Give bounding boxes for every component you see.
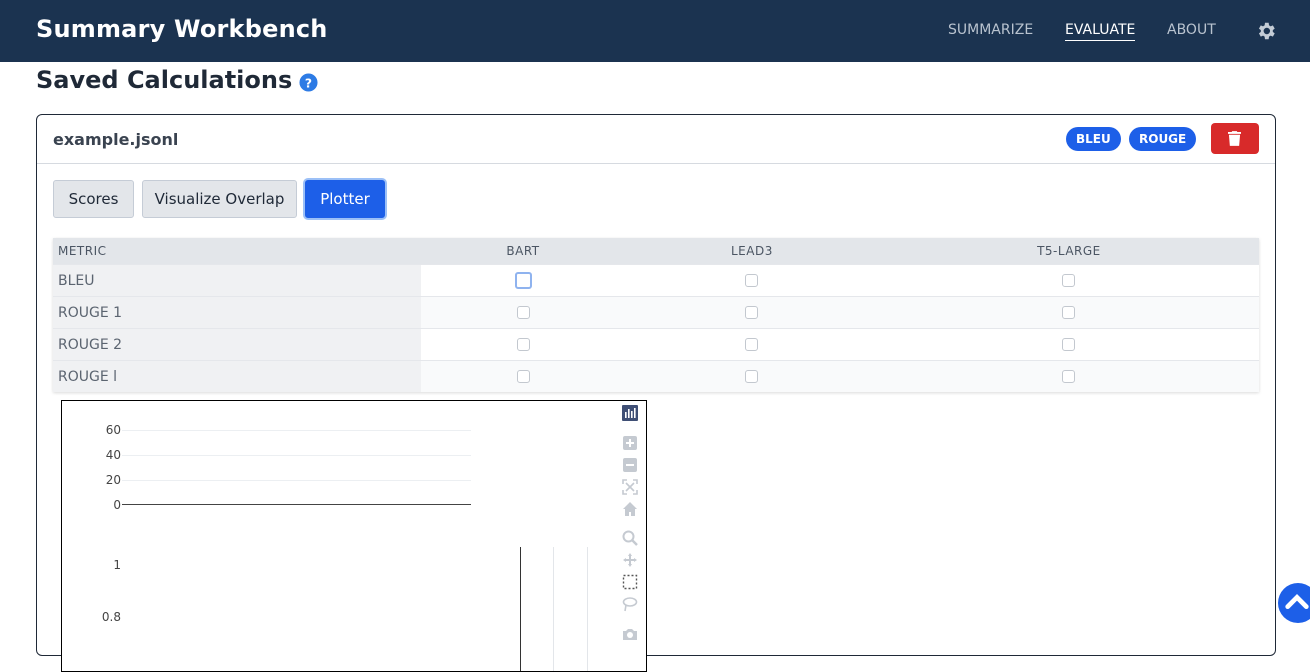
- metric-name: ROUGE 2: [53, 328, 421, 361]
- plotly-logo-icon[interactable]: [622, 405, 638, 421]
- tab-visualize-overlap[interactable]: Visualize Overlap: [142, 180, 297, 218]
- checkbox-bleu-t5-large[interactable]: [1062, 274, 1076, 287]
- metric-name: ROUGE 1: [53, 296, 421, 329]
- checkbox-rouge2-t5-large[interactable]: [1062, 338, 1076, 351]
- table-row: ROUGE 1: [53, 296, 1259, 329]
- zero-line: [122, 504, 471, 505]
- header-metric: METRIC: [53, 238, 421, 265]
- checkbox-rougel-lead3[interactable]: [745, 370, 759, 383]
- page-title: Saved Calculations: [36, 66, 293, 94]
- y-tick: 40: [105, 448, 121, 462]
- zoom-icon[interactable]: [622, 530, 638, 546]
- nav-about[interactable]: ABOUT: [1167, 22, 1216, 38]
- top-navbar: Summary Workbench SUMMARIZE EVALUATE ABO…: [0, 0, 1310, 62]
- header-bart: BART: [421, 238, 625, 265]
- checkbox-rougel-t5-large[interactable]: [1062, 370, 1076, 383]
- checkbox-rouge1-t5-large[interactable]: [1062, 306, 1076, 319]
- gear-icon[interactable]: [1255, 20, 1277, 42]
- chevron-up-icon: [1285, 594, 1309, 609]
- table-row: BLEU: [53, 264, 1259, 297]
- y-tick: 1: [113, 558, 121, 572]
- axis-line: [587, 547, 588, 671]
- zoom-out-icon[interactable]: [622, 457, 638, 473]
- nav-evaluate[interactable]: EVALUATE: [1065, 22, 1136, 41]
- camera-icon[interactable]: [622, 626, 638, 642]
- table-row: ROUGE l: [53, 360, 1259, 392]
- metric-name: BLEU: [53, 264, 421, 297]
- checkbox-bleu-bart[interactable]: [514, 272, 532, 289]
- scroll-top-button[interactable]: [1278, 583, 1310, 623]
- tab-scores[interactable]: Scores: [53, 180, 134, 218]
- checkbox-rouge2-bart[interactable]: [516, 338, 530, 351]
- checkbox-rougel-bart[interactable]: [516, 370, 530, 383]
- y-tick: 0: [113, 498, 121, 512]
- tab-plotter[interactable]: Plotter: [305, 180, 385, 218]
- calculation-card: example.jsonl BLEU ROUGE Scores Visualiz…: [36, 114, 1276, 672]
- header-lead3: LEAD3: [625, 238, 879, 265]
- lasso-select-icon[interactable]: [622, 596, 638, 612]
- checkbox-rouge2-lead3[interactable]: [745, 338, 759, 351]
- gridline: [122, 480, 471, 481]
- trash-icon: [1228, 131, 1241, 146]
- table-header-row: METRIC BART LEAD3 T5-LARGE: [53, 238, 1259, 265]
- delete-button[interactable]: [1211, 123, 1259, 154]
- badge-bleu: BLEU: [1066, 127, 1121, 151]
- y-tick: 20: [105, 473, 121, 487]
- app-title[interactable]: Summary Workbench: [36, 15, 328, 43]
- file-name: example.jsonl: [53, 130, 179, 149]
- axis-line: [553, 547, 554, 671]
- axis-line: [520, 547, 521, 671]
- zoom-in-icon[interactable]: [622, 435, 638, 451]
- header-t5-large: T5-LARGE: [878, 238, 1259, 265]
- y-tick: 0.8: [101, 610, 121, 624]
- box-select-icon[interactable]: [622, 574, 638, 590]
- badge-rouge: ROUGE: [1129, 127, 1197, 151]
- svg-text:?: ?: [305, 76, 312, 90]
- autoscale-icon[interactable]: [622, 479, 638, 495]
- checkbox-rouge1-bart[interactable]: [516, 306, 530, 319]
- y-tick: 60: [105, 423, 121, 437]
- metric-name: ROUGE l: [53, 360, 421, 392]
- pan-icon[interactable]: [622, 552, 638, 568]
- gridline: [122, 430, 471, 431]
- checkbox-bleu-lead3[interactable]: [745, 274, 759, 287]
- help-icon[interactable]: ?: [299, 73, 318, 92]
- home-icon[interactable]: [622, 501, 638, 517]
- gridline: [122, 455, 471, 456]
- checkbox-rouge1-lead3[interactable]: [745, 306, 759, 319]
- nav-summarize[interactable]: SUMMARIZE: [948, 22, 1033, 38]
- card-header: example.jsonl BLEU ROUGE: [37, 115, 1275, 164]
- metric-selection-table: METRIC BART LEAD3 T5-LARGE BLEU ROUGE 1 …: [53, 238, 1259, 392]
- table-row: ROUGE 2: [53, 328, 1259, 361]
- plot-container: 60 40 20 0 1 0.8: [61, 400, 647, 672]
